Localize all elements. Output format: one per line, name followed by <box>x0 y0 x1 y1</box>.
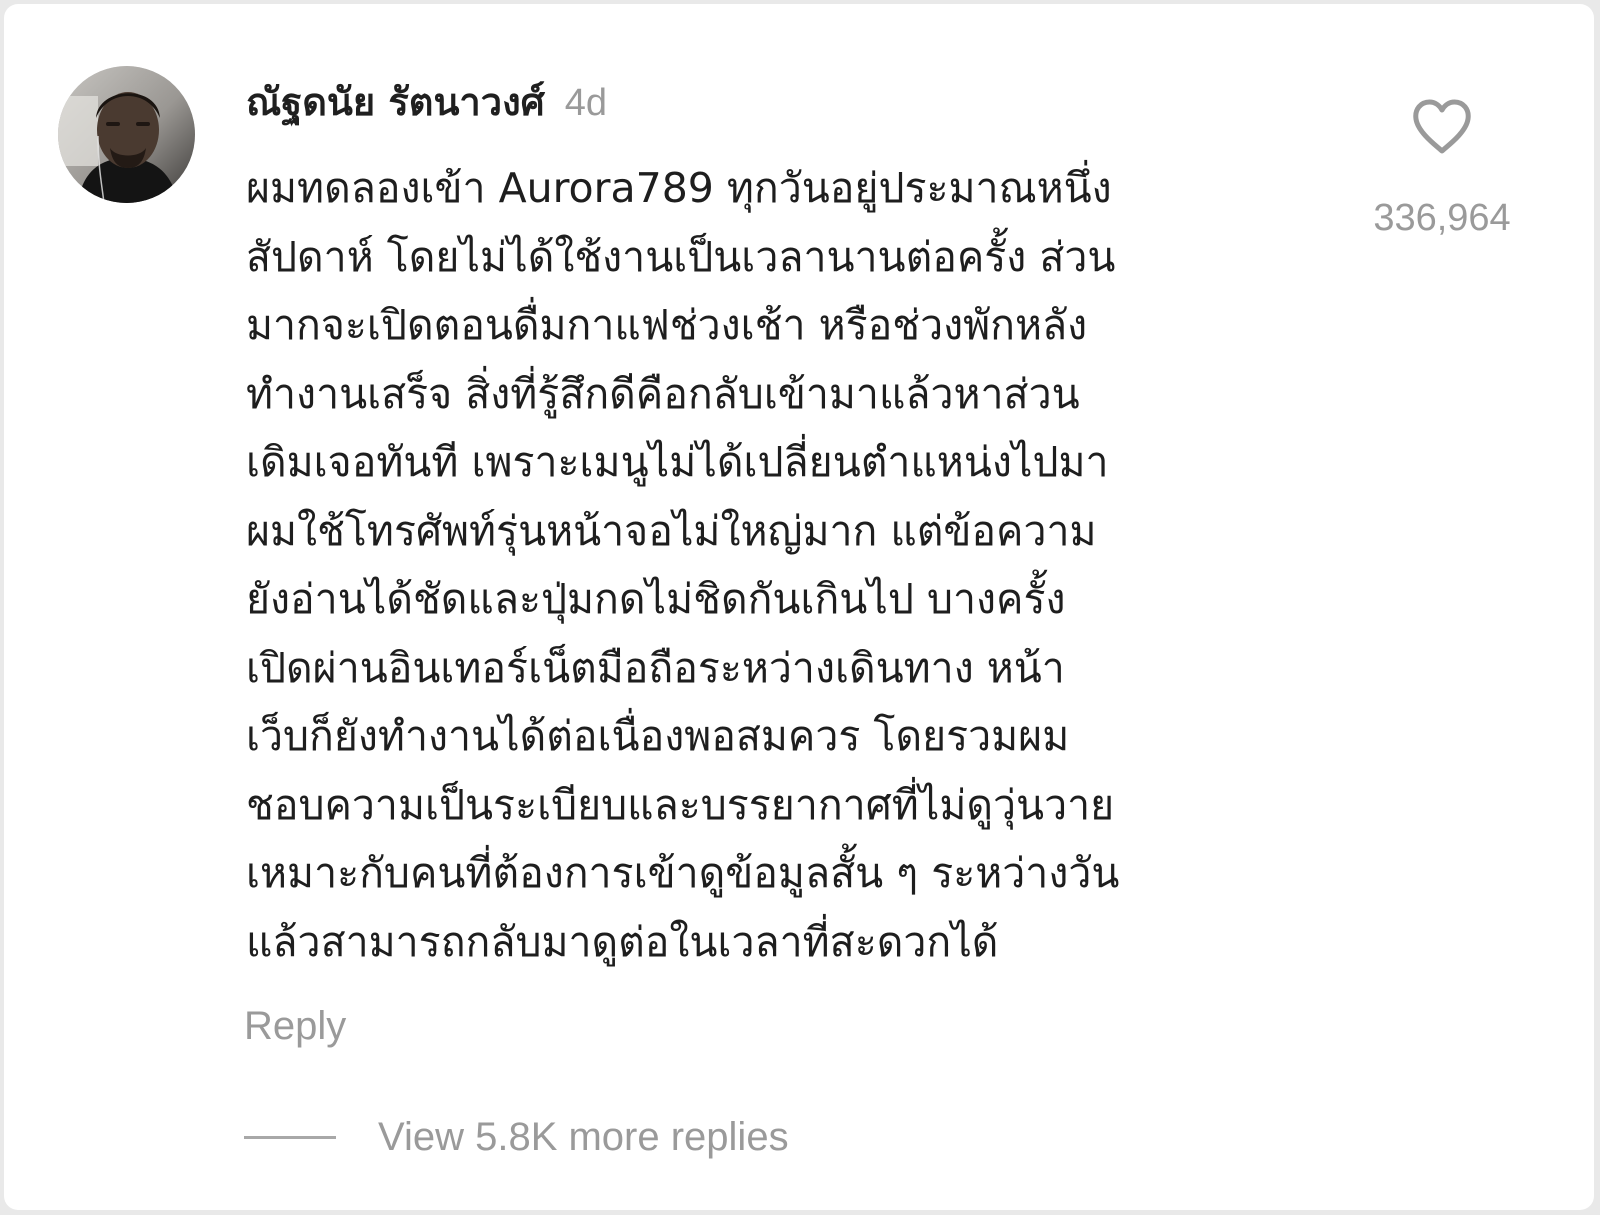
comment-card: ณัฐดนัย รัตนาวงศ์ 4d ผมทดลองเข้า Aurora7… <box>4 4 1594 1210</box>
comment-line: เว็บก็ยังทำงานได้ต่อเนื่องพอสมควร โดยรวม… <box>246 712 1070 760</box>
timestamp: 4d <box>564 82 608 124</box>
comment-line: ยังอ่านได้ชัดและปุ่มกดไม่ชิดกันเกินไป บา… <box>246 575 1066 623</box>
view-replies-label: View 5.8K more replies <box>378 1114 789 1159</box>
reply-button[interactable]: Reply <box>244 1004 346 1049</box>
divider-line <box>244 1135 336 1139</box>
heart-outline-icon <box>1413 99 1471 154</box>
avatar[interactable] <box>58 66 195 203</box>
comment-line: มากจะเปิดตอนดื่มกาแฟช่วงเช้า หรือช่วงพัก… <box>246 301 1088 349</box>
comment-line: ผมใช้โทรศัพท์รุ่นหน้าจอไม่ใหญ่มาก แต่ข้อ… <box>246 506 1097 555</box>
comment-line: ผมทดลองเข้า Aurora789 ทุกวันอยู่ประมาณหน… <box>246 164 1112 212</box>
comment-text: ผมทดลองเข้า Aurora789 ทุกวันอยู่ประมาณหน… <box>246 154 1306 976</box>
view-more-replies-button[interactable]: View 5.8K more replies <box>244 1109 789 1165</box>
comment-line: ชอบความเป็นระเบียบและบรรยากาศที่ไม่ดูวุ่… <box>246 780 1115 829</box>
like-count: 336,964 <box>1373 197 1511 239</box>
username[interactable]: ณัฐดนัย รัตนาวงศ์ <box>246 72 545 132</box>
user-avatar-photo-icon <box>58 66 195 203</box>
comment-line: ทำงานเสร็จ สิ่งที่รู้สึกดีคือกลับเข้ามาแ… <box>246 369 1080 418</box>
comment-header: ณัฐดนัย รัตนาวงศ์ 4d <box>246 72 607 132</box>
comment-line: แล้วสามารถกลับมาดูต่อในเวลาที่สะดวกได้ <box>246 917 999 966</box>
comment-line: เหมาะกับคนที่ต้องการเข้าดูข้อมูลสั้น ๆ ร… <box>246 849 1120 897</box>
like-button[interactable] <box>1410 96 1474 160</box>
comment-line: เปิดผ่านอินเทอร์เน็ตมือถือระหว่างเดินทาง… <box>246 643 1065 692</box>
comment-line: สัปดาห์ โดยไม่ได้ใช้งานเป็นเวลานานต่อครั… <box>246 232 1116 281</box>
comment-line: เดิมเจอทันที เพราะเมนูไม่ได้เปลี่ยนตำแหน… <box>246 438 1109 486</box>
